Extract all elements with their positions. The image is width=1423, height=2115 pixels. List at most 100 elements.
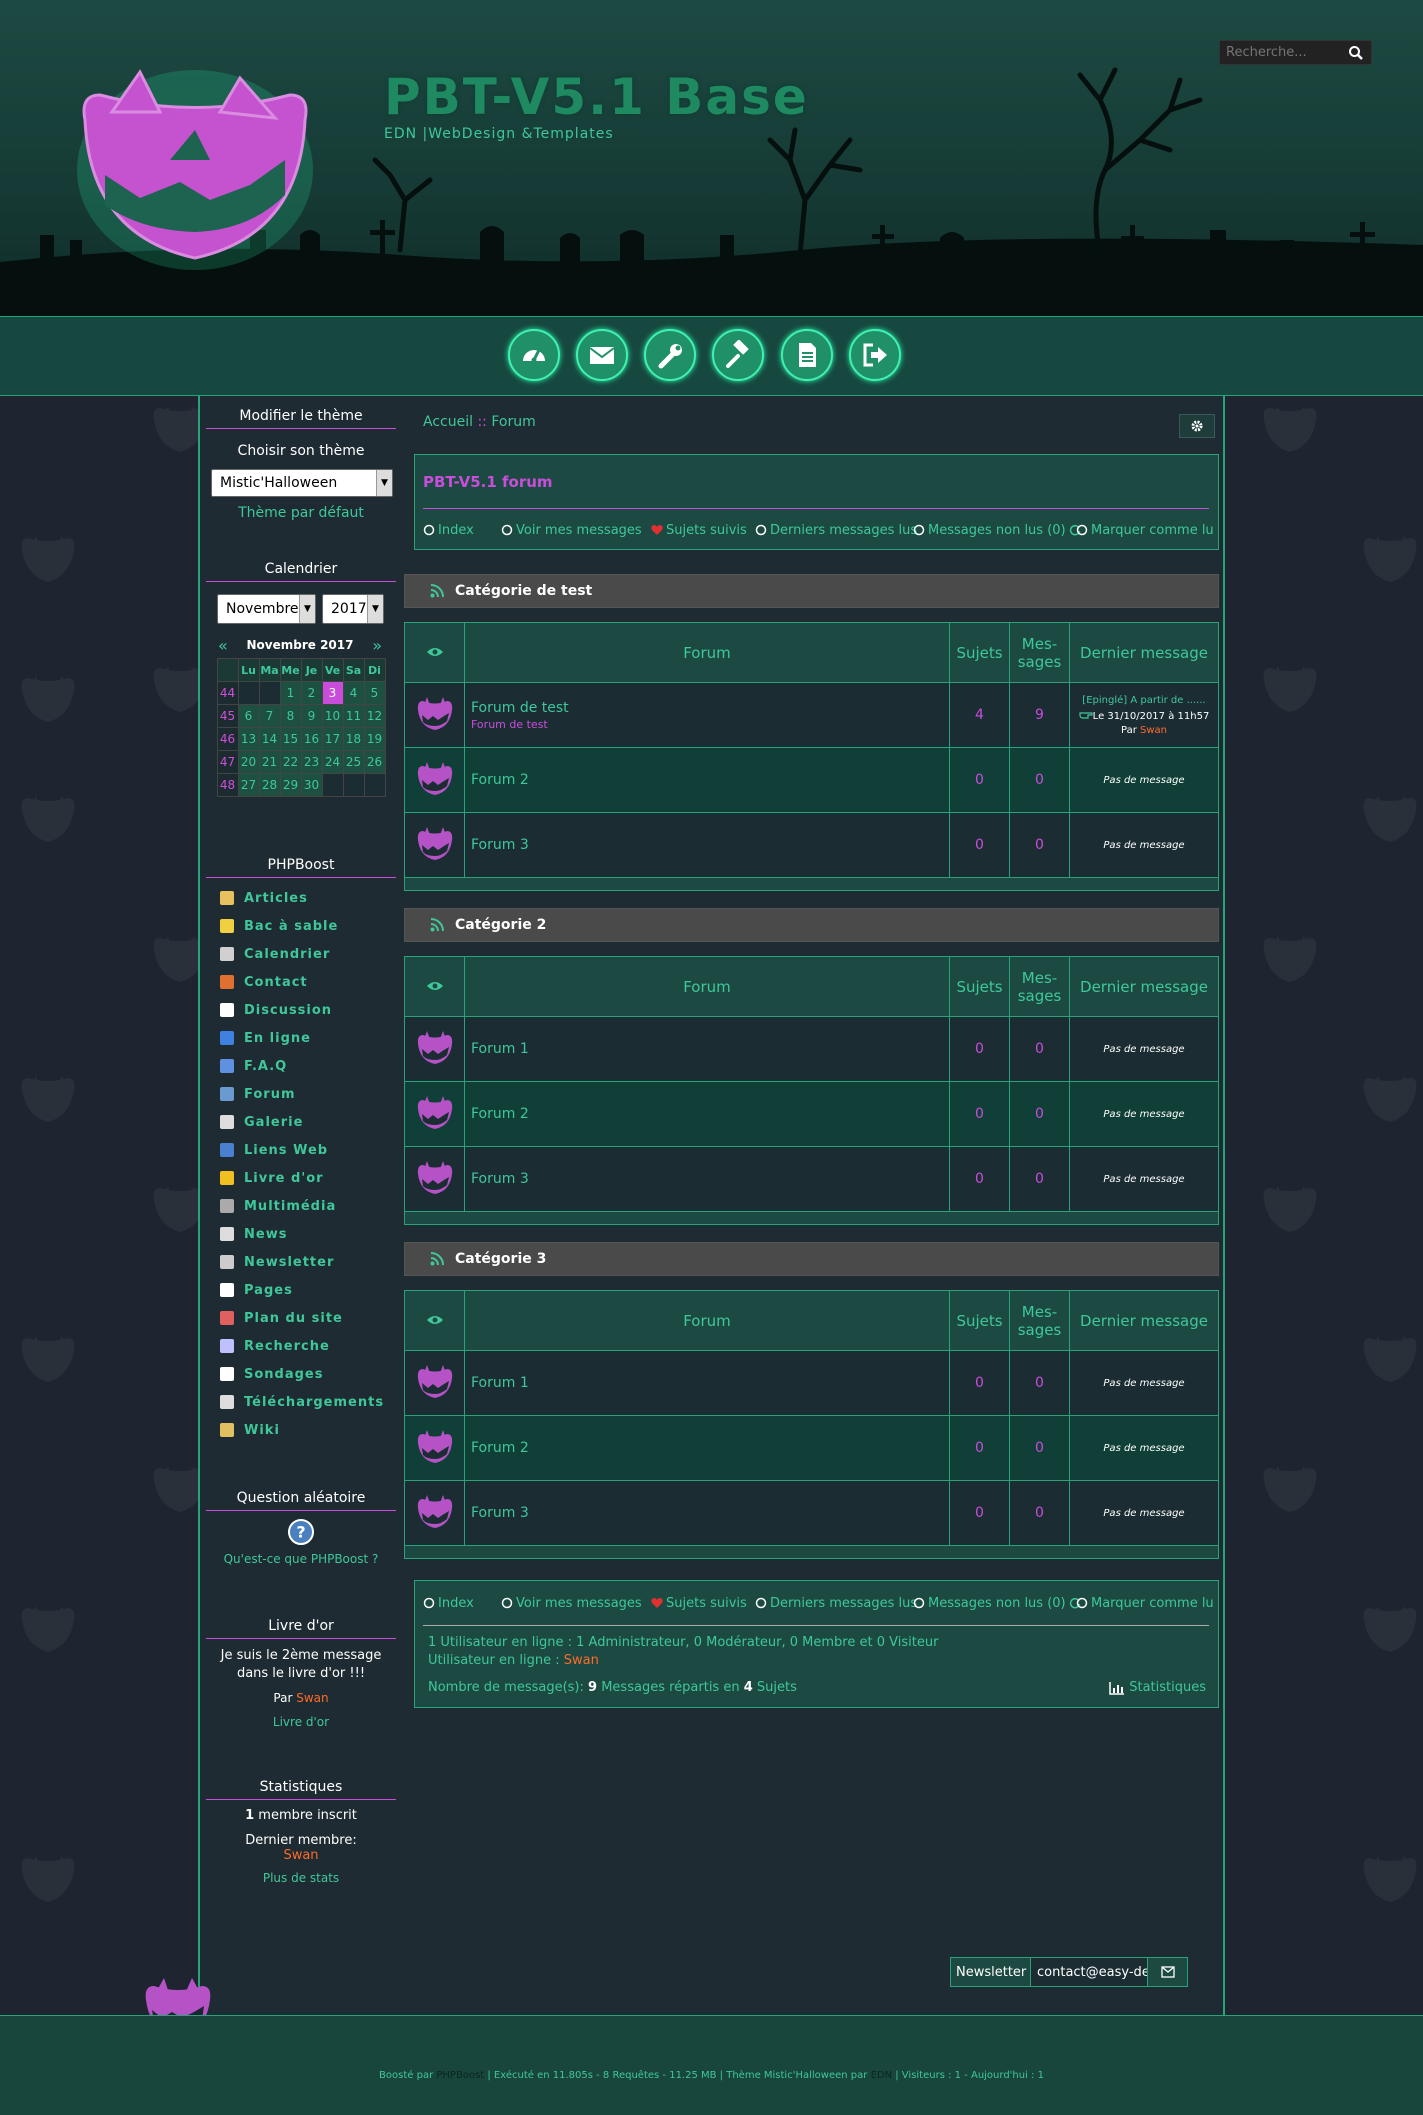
newsletter-email-input[interactable]: contact@easy-de [1031, 1958, 1147, 1986]
calendar-day[interactable]: 16 [300, 727, 323, 751]
link-unread[interactable]: Messages non lus (0) [913, 1596, 1081, 1611]
random-question-link[interactable]: Qu'est-ce que PHPBoost ? [206, 1552, 396, 1566]
year-select[interactable]: 2017 ▼ [322, 594, 384, 624]
hand-right-icon[interactable] [1079, 709, 1093, 719]
menu-item-calendrier[interactable]: Calendrier [206, 940, 396, 968]
online-user-link[interactable]: Swan [564, 1653, 599, 1668]
calendar-day[interactable]: 6 [237, 704, 260, 728]
theme-select[interactable]: Mistic'Halloween ▼ [211, 469, 393, 497]
calendar-day[interactable]: 14 [258, 727, 281, 751]
menu-item-newsletter[interactable]: Newsletter [206, 1248, 396, 1276]
forum-row[interactable]: Forum 3 0 0 Pas de message [404, 812, 1219, 878]
calendar-day[interactable]: 9 [300, 704, 323, 728]
dashboard-button[interactable] [508, 329, 560, 381]
forum-name-link[interactable]: Forum 3 [471, 1505, 949, 1521]
guestbook-link[interactable]: Livre d'or [206, 1715, 396, 1729]
admin-button[interactable] [644, 329, 696, 381]
rss-icon[interactable] [430, 918, 444, 932]
forum-description[interactable]: Forum de test [471, 718, 949, 731]
link-my-messages[interactable]: Voir mes messages [501, 523, 642, 538]
month-select[interactable]: Novembre ▼ [217, 594, 316, 624]
menu-item-wiki[interactable]: Wiki [206, 1416, 396, 1444]
menu-item-bac-sable[interactable]: Bac à sable [206, 912, 396, 940]
menu-item-multim-dia[interactable]: Multimédia [206, 1192, 396, 1220]
forum-row[interactable]: Forum 1 0 0 Pas de message [404, 1016, 1219, 1082]
link-followed[interactable]: Sujets suivis [651, 523, 747, 538]
forum-row[interactable]: Forum 3 0 0 Pas de message [404, 1480, 1219, 1546]
calendar-day[interactable]: 20 [237, 750, 260, 774]
link-index[interactable]: Index [423, 523, 474, 538]
forum-row[interactable]: Forum 2 0 0 Pas de message [404, 1415, 1219, 1481]
calendar-day[interactable]: 19 [363, 727, 386, 751]
calendar-day[interactable]: 15 [279, 727, 302, 751]
calendar-day[interactable]: 5 [363, 681, 386, 705]
search-button[interactable] [1341, 41, 1371, 64]
statistics-link[interactable]: Statistiques [1109, 1680, 1206, 1695]
menu-item-liens-web[interactable]: Liens Web [206, 1136, 396, 1164]
messages-button[interactable] [576, 329, 628, 381]
last-member-link[interactable]: Swan [206, 1848, 396, 1863]
last-message-title[interactable]: [Epinglé] A partir de ...... [1070, 695, 1218, 706]
calendar-day[interactable]: 10 [321, 704, 344, 728]
calendar-day[interactable]: 26 [363, 750, 386, 774]
calendar-day[interactable]: 17 [321, 727, 344, 751]
rss-icon[interactable] [430, 584, 444, 598]
forum-name-link[interactable]: Forum 2 [471, 1106, 949, 1122]
menu-item-recherche[interactable]: Recherche [206, 1332, 396, 1360]
next-month-button[interactable]: » [372, 636, 382, 655]
calendar-day[interactable]: 3 [321, 681, 344, 705]
menu-item-f-a-q[interactable]: F.A.Q [206, 1052, 396, 1080]
link-followed[interactable]: Sujets suivis [651, 1596, 747, 1611]
content-button[interactable] [781, 329, 833, 381]
site-title[interactable]: PBT-V5.1 Base [384, 68, 809, 126]
calendar-day[interactable]: 12 [363, 704, 386, 728]
calendar-day[interactable]: 7 [258, 704, 281, 728]
menu-item-pages[interactable]: Pages [206, 1276, 396, 1304]
link-index[interactable]: Index [423, 1596, 474, 1611]
settings-button[interactable] [1179, 414, 1215, 438]
category-header[interactable]: Catégorie 2 [404, 908, 1219, 942]
forum-name-link[interactable]: Forum 2 [471, 1440, 949, 1456]
menu-item-plan-du-site[interactable]: Plan du site [206, 1304, 396, 1332]
link-mark-read[interactable]: Marquer comme lu [1076, 1596, 1214, 1611]
category-header[interactable]: Catégorie de test [404, 574, 1219, 608]
default-theme-link[interactable]: Thème par défaut [206, 505, 396, 521]
calendar-day[interactable]: 28 [258, 773, 281, 797]
more-stats-link[interactable]: Plus de stats [206, 1871, 396, 1885]
forum-name-link[interactable]: Forum 3 [471, 1171, 949, 1187]
calendar-day[interactable]: 29 [279, 773, 302, 797]
menu-item-sondages[interactable]: Sondages [206, 1360, 396, 1388]
guestbook-author-link[interactable]: Swan [296, 1691, 328, 1705]
calendar-day[interactable]: 30 [300, 773, 323, 797]
calendar-day[interactable]: 4 [342, 681, 365, 705]
link-last-messages[interactable]: Derniers messages lus [755, 1596, 917, 1611]
forum-row[interactable]: Forum 2 0 0 Pas de message [404, 747, 1219, 813]
calendar-day[interactable]: 23 [300, 750, 323, 774]
footer-theme-author-link[interactable]: EDN [871, 2070, 893, 2081]
forum-name-link[interactable]: Forum de test [471, 700, 949, 716]
moderation-button[interactable] [712, 329, 764, 381]
forum-name-link[interactable]: Forum 1 [471, 1041, 949, 1057]
menu-item-news[interactable]: News [206, 1220, 396, 1248]
calendar-day[interactable]: 24 [321, 750, 344, 774]
calendar-day[interactable]: 8 [279, 704, 302, 728]
calendar-day[interactable]: 1 [279, 681, 302, 705]
breadcrumb-current[interactable]: Forum [491, 414, 535, 430]
link-last-messages[interactable]: Derniers messages lus [755, 523, 917, 538]
previous-month-button[interactable]: « [218, 636, 228, 655]
last-message-user-link[interactable]: Swan [1140, 725, 1167, 736]
logout-button[interactable] [849, 329, 901, 381]
menu-item-forum[interactable]: Forum [206, 1080, 396, 1108]
calendar-day[interactable]: 22 [279, 750, 302, 774]
calendar-day[interactable]: 18 [342, 727, 365, 751]
calendar-day[interactable]: 11 [342, 704, 365, 728]
menu-item-articles[interactable]: Articles [206, 884, 396, 912]
calendar-day[interactable]: 2 [300, 681, 323, 705]
forum-title[interactable]: PBT-V5.1 forum [423, 473, 553, 491]
forum-name-link[interactable]: Forum 1 [471, 1375, 949, 1391]
menu-item-t-l-chargements[interactable]: Téléchargements [206, 1388, 396, 1416]
link-mark-read[interactable]: Marquer comme lu [1076, 523, 1214, 538]
rss-icon[interactable] [430, 1252, 444, 1266]
menu-item-livre-d-or[interactable]: Livre d'or [206, 1164, 396, 1192]
breadcrumb-home[interactable]: Accueil [423, 414, 473, 430]
